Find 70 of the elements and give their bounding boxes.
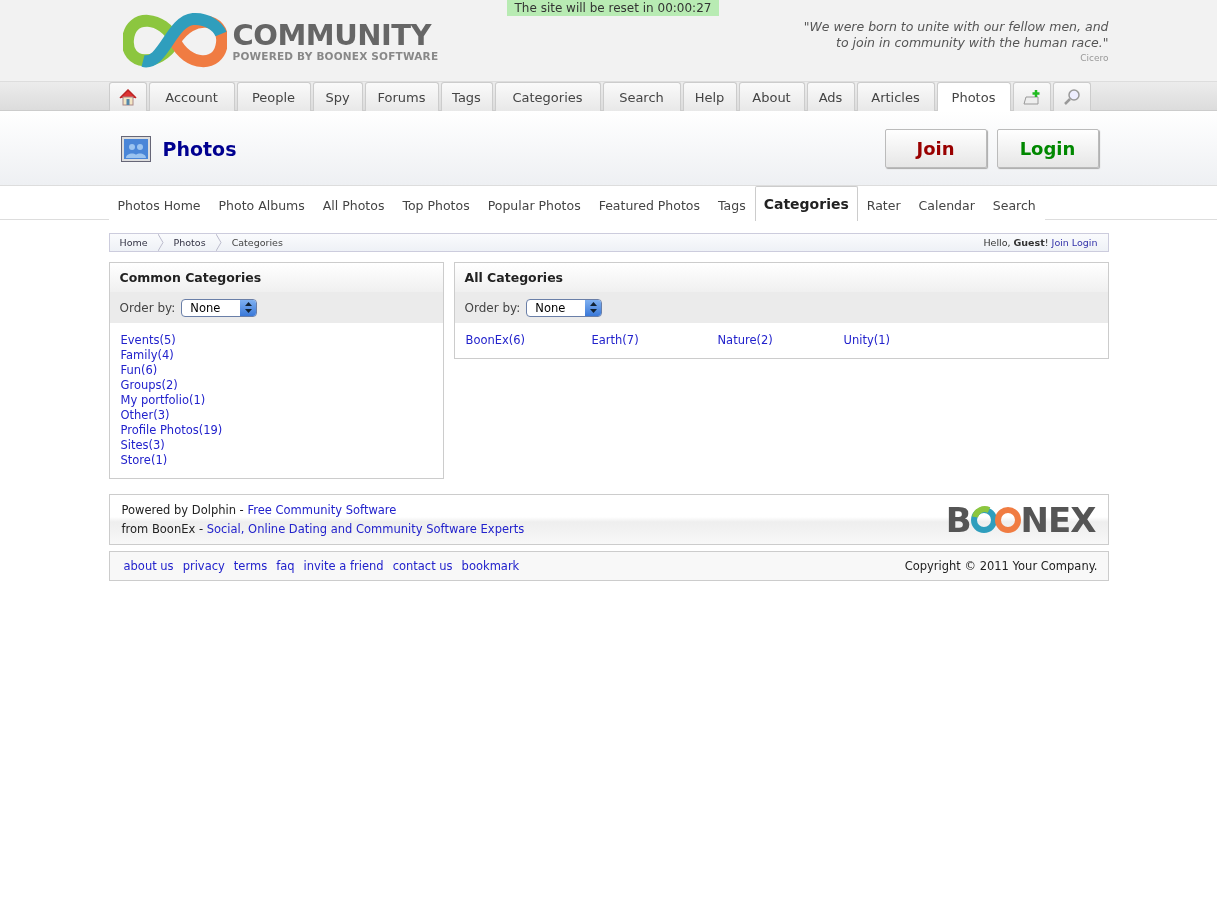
nav-tab[interactable]: Articles bbox=[856, 82, 935, 111]
footer-nav-link[interactable]: contact us bbox=[392, 559, 453, 573]
footer-nav-link[interactable]: about us bbox=[123, 559, 174, 573]
footer-nav-link[interactable]: privacy bbox=[182, 559, 225, 573]
nav-tab[interactable]: Spy bbox=[312, 82, 363, 111]
search-icon bbox=[1062, 88, 1081, 106]
boonex-logo-text: NEX bbox=[1020, 499, 1096, 540]
category-link[interactable]: Groups(2) bbox=[120, 378, 432, 393]
order-label: Order by: bbox=[464, 300, 521, 315]
category-link[interactable]: Profile Photos(19) bbox=[120, 423, 432, 438]
account-link[interactable]: Login bbox=[1071, 237, 1098, 248]
category-link[interactable]: Store(1) bbox=[120, 453, 432, 468]
sub-tab[interactable]: Categories bbox=[754, 186, 858, 221]
footer-nav-link[interactable]: terms bbox=[233, 559, 268, 573]
join-button[interactable]: Join bbox=[884, 129, 987, 168]
footer-nav-link[interactable]: faq bbox=[276, 559, 295, 573]
category-link[interactable]: Events(5) bbox=[120, 333, 432, 348]
photos-icon bbox=[120, 135, 151, 162]
category-link[interactable]: Fun(6) bbox=[120, 363, 432, 378]
greeting-text: Hello, Guest! bbox=[983, 237, 1049, 248]
page-title: Photos bbox=[162, 137, 237, 160]
logo-subtitle: POWERED BY BOONEX SOFTWARE bbox=[232, 49, 439, 62]
category-link[interactable]: Family(4) bbox=[120, 348, 432, 363]
login-button[interactable]: Login bbox=[996, 129, 1099, 168]
category-link[interactable]: Unity(1) bbox=[843, 333, 970, 348]
nav-tab[interactable]: Tags bbox=[440, 82, 493, 111]
account-link[interactable]: Join bbox=[1051, 237, 1069, 248]
footer-nav-link[interactable]: bookmark bbox=[461, 559, 520, 573]
breadcrumb-current[interactable]: Categories bbox=[221, 234, 293, 251]
breadcrumb-link[interactable]: Home bbox=[109, 234, 158, 251]
nav-tab[interactable]: About bbox=[738, 82, 805, 111]
nav-tab[interactable]: Help bbox=[682, 82, 737, 111]
quote-text: "We were born to unite with our fellow men, and to join in community with the human race." bbox=[803, 18, 1109, 51]
nav-tab[interactable]: Search bbox=[602, 82, 681, 111]
updown-icon bbox=[589, 302, 597, 313]
boonex-logo-text: B bbox=[945, 499, 971, 540]
category-link[interactable]: BoonEx(6) bbox=[465, 333, 592, 348]
nav-tab[interactable]: Forums bbox=[364, 82, 439, 111]
nav-tab[interactable]: People bbox=[236, 82, 311, 111]
nav-icon-tab[interactable] bbox=[1012, 82, 1051, 111]
nav-tab[interactable]: Account bbox=[148, 82, 235, 111]
category-link[interactable]: Sites(3) bbox=[120, 438, 432, 453]
footer-text: Powered by Dolphin - Free Community Software bbox=[121, 503, 398, 517]
order-select[interactable]: None bbox=[526, 298, 603, 317]
category-link[interactable]: Nature(2) bbox=[717, 333, 844, 348]
category-link[interactable]: Earth(7) bbox=[591, 333, 718, 348]
order-label: Order by: bbox=[119, 300, 176, 315]
footer-link[interactable]: Social, Online Dating and Community Software Experts bbox=[206, 522, 525, 536]
footer-nav-link[interactable]: invite a friend bbox=[303, 559, 384, 573]
quote-author: Cicero bbox=[1079, 52, 1109, 63]
breadcrumb-link[interactable]: Photos bbox=[163, 234, 216, 251]
order-select[interactable]: None bbox=[181, 298, 258, 317]
nav-tab[interactable]: Photos bbox=[936, 82, 1011, 111]
footer-link[interactable]: Free Community Software bbox=[247, 503, 397, 517]
copyright-text: Copyright © 2011 Your Company. bbox=[904, 559, 1098, 573]
reset-notice: The site will be reset in 00:00:27 bbox=[506, 0, 720, 16]
category-link[interactable]: My portfolio(1) bbox=[120, 393, 432, 408]
updown-icon bbox=[244, 302, 252, 313]
chevron-icon bbox=[157, 234, 164, 251]
add-icon bbox=[1021, 89, 1042, 105]
nav-tab[interactable]: Categories bbox=[494, 82, 601, 111]
nav-tab[interactable]: Ads bbox=[806, 82, 855, 111]
boonex-logo-icon bbox=[970, 504, 1021, 535]
logo-title: COMMUNITY bbox=[232, 19, 433, 50]
chevron-icon bbox=[215, 234, 222, 251]
nav-icon-tab[interactable] bbox=[108, 82, 147, 111]
nav-icon-tab[interactable] bbox=[1052, 82, 1091, 111]
home-icon bbox=[118, 88, 137, 106]
category-link[interactable]: Other(3) bbox=[120, 408, 432, 423]
footer-text: from BoonEx - Social, Online Dating and Community Software Experts bbox=[121, 522, 525, 536]
